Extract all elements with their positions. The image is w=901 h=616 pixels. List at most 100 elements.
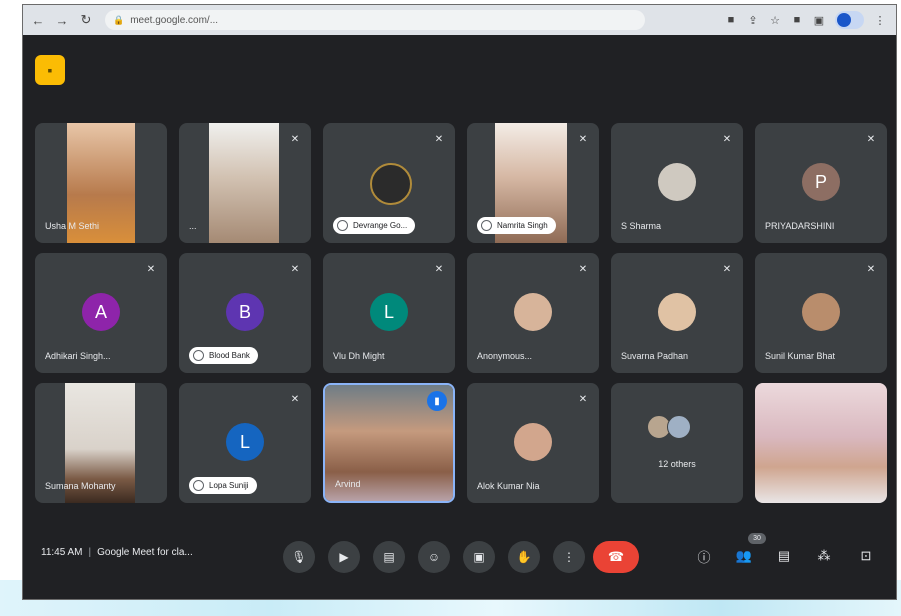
pin-icon: [193, 350, 204, 361]
mic-off-icon: ✕: [866, 133, 876, 145]
mic-icon: 🎙: [291, 550, 307, 564]
participant-name: Lopa Suniji: [209, 481, 249, 490]
captions-button[interactable]: ▤: [373, 541, 405, 573]
participant-name: ...: [189, 221, 197, 231]
participant-tile[interactable]: Usha M Sethi: [35, 123, 167, 243]
participant-avatar: L: [226, 423, 264, 461]
participant-name: Alok Kumar Nia: [477, 481, 540, 491]
participant-video: [209, 123, 279, 243]
participants-count-badge: 30: [748, 533, 766, 544]
people-icon[interactable]: 👥: [735, 547, 753, 565]
camera-indicator-icon[interactable]: ■: [725, 14, 737, 26]
bottom-control-bar: 11:45 AM | Google Meet for cla... 🎙 ▶ ▤ ☺ …: [23, 525, 896, 585]
mic-off-icon: ✕: [434, 263, 444, 275]
participant-name: PRIYADARSHINI: [765, 221, 835, 231]
camera-icon: ▶: [339, 550, 349, 564]
current-time: 11:45 AM: [41, 547, 83, 558]
participant-avatar: [370, 163, 412, 205]
info-icon[interactable]: ⓘ: [695, 547, 713, 565]
pin-icon: [481, 220, 492, 231]
participant-avatar: [514, 423, 552, 461]
others-avatars: [647, 415, 691, 439]
participant-avatar: A: [82, 293, 120, 331]
reload-icon[interactable]: ↻: [77, 11, 95, 29]
host-controls-icon[interactable]: ⊡: [857, 547, 875, 565]
participant-avatar: [802, 293, 840, 331]
participant-name: Suvarna Padhan: [621, 351, 689, 361]
participant-name: Anonymous...: [477, 351, 533, 361]
menu-dots-icon[interactable]: ⋮: [874, 14, 886, 27]
mic-off-icon: ✕: [146, 263, 156, 275]
participant-name-pill: Lopa Suniji: [189, 477, 257, 494]
back-icon[interactable]: ←: [29, 11, 47, 29]
participant-avatar: [658, 163, 696, 201]
extensions-icon[interactable]: ■: [791, 14, 803, 26]
participant-name: Vlu Dh Might: [333, 351, 385, 361]
participant-tile[interactable]: L ✕ Vlu Dh Might: [323, 253, 455, 373]
participant-tile[interactable]: L ✕ Lopa Suniji: [179, 383, 311, 503]
pin-icon: [193, 480, 204, 491]
participant-name-pill: Blood Bank: [189, 347, 258, 364]
hand-icon: ✋: [516, 550, 532, 564]
meet-logo-icon: ▪: [35, 55, 65, 85]
leave-call-button[interactable]: ☎: [593, 541, 639, 573]
mic-off-icon: ✕: [290, 393, 300, 405]
browser-toolbar: ← → ↻ 🔒 meet.google.com/... ■ ⇪ ☆ ■ ▣ ⋮: [23, 5, 896, 35]
participant-tile[interactable]: Sumana Mohanty: [35, 383, 167, 503]
raise-hand-button[interactable]: ✋: [508, 541, 540, 573]
meeting-info: 11:45 AM | Google Meet for cla...: [41, 547, 193, 558]
others-tile[interactable]: 12 others: [611, 383, 743, 503]
participant-name: Devrange Go...: [353, 221, 408, 230]
sidepanel-icon[interactable]: ▣: [813, 14, 825, 27]
participant-avatar: L: [370, 293, 408, 331]
participant-tile[interactable]: ✕ ...: [179, 123, 311, 243]
participant-tile[interactable]: ✕ S Sharma: [611, 123, 743, 243]
avatar: [667, 415, 691, 439]
mic-off-icon: ✕: [290, 133, 300, 145]
activities-icon[interactable]: ⁂: [815, 547, 833, 565]
self-view-tile[interactable]: [755, 383, 887, 503]
participant-tile[interactable]: ✕ Anonymous...: [467, 253, 599, 373]
present-button[interactable]: ▣: [463, 541, 495, 573]
mic-off-icon: ✕: [722, 133, 732, 145]
participant-name: Sumana Mohanty: [45, 481, 116, 491]
avatar: [837, 13, 851, 27]
participant-tile[interactable]: ✕ Sunil Kumar Bhat: [755, 253, 887, 373]
more-options-button[interactable]: ⋮: [553, 541, 585, 573]
others-count: 12 others: [658, 459, 696, 469]
more-vert-icon: ⋮: [563, 550, 575, 564]
participant-tile[interactable]: ✕ Suvarna Padhan: [611, 253, 743, 373]
mic-button[interactable]: 🎙: [283, 541, 315, 573]
mic-off-icon: ✕: [722, 263, 732, 275]
participant-video: [755, 383, 887, 503]
bookmark-star-icon[interactable]: ☆: [769, 14, 781, 27]
participant-name-pill: Namrita Singh: [477, 217, 556, 234]
participant-tile[interactable]: ✕ Namrita Singh: [467, 123, 599, 243]
share-icon[interactable]: ⇪: [747, 14, 759, 27]
captions-icon: ▤: [383, 550, 395, 564]
meet-window: ← → ↻ 🔒 meet.google.com/... ■ ⇪ ☆ ■ ▣ ⋮ …: [22, 4, 897, 600]
camera-button[interactable]: ▶: [328, 541, 360, 573]
participant-tile[interactable]: ✕ Alok Kumar Nia: [467, 383, 599, 503]
forward-icon[interactable]: →: [53, 11, 71, 29]
participant-tile[interactable]: P ✕ PRIYADARSHINI: [755, 123, 887, 243]
profile-button[interactable]: [835, 11, 864, 29]
emoji-icon: ☺: [427, 550, 441, 564]
meeting-title: Google Meet for cla...: [97, 547, 193, 558]
lock-icon: 🔒: [113, 14, 125, 25]
mic-off-icon: ✕: [578, 133, 588, 145]
mic-off-icon: ✕: [866, 263, 876, 275]
participant-tile[interactable]: A ✕ Adhikari Singh...: [35, 253, 167, 373]
browser-actions: ■ ⇪ ☆ ■ ▣ ⋮: [725, 11, 896, 29]
mic-off-icon: ✕: [578, 263, 588, 275]
address-bar[interactable]: 🔒 meet.google.com/...: [105, 10, 645, 30]
participant-tile[interactable]: B ✕ Blood Bank: [179, 253, 311, 373]
active-speaker-tile[interactable]: ▮ Arvind: [323, 383, 455, 503]
participant-avatar: P: [802, 163, 840, 201]
chat-icon[interactable]: ▤: [775, 547, 793, 565]
participant-name: S Sharma: [621, 221, 662, 231]
participant-name: Adhikari Singh...: [45, 351, 111, 361]
participant-name: Blood Bank: [209, 351, 250, 360]
participant-tile[interactable]: ✕ Devrange Go...: [323, 123, 455, 243]
emoji-button[interactable]: ☺: [418, 541, 450, 573]
